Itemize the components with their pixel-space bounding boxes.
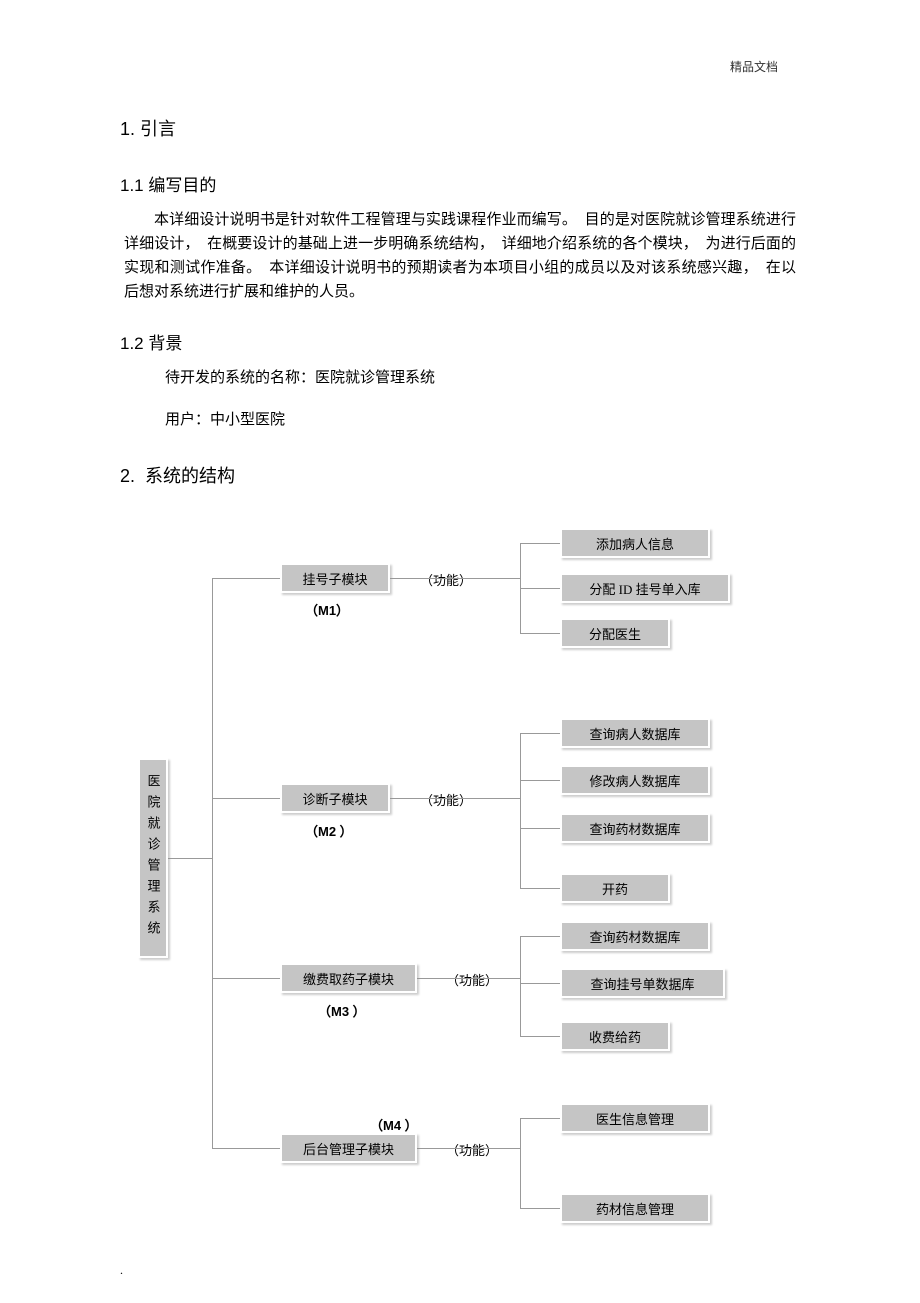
connector [212, 578, 280, 579]
m4-item-0: 医生信息管理 [560, 1103, 710, 1133]
section-1-2-line2: 用户：中小型医院 [120, 408, 800, 432]
connector [520, 936, 560, 937]
m1-item-2: 分配医生 [560, 618, 670, 648]
section-1-1-number: 1.1 [120, 176, 144, 195]
section-1-2-line1: 待开发的系统的名称：医院就诊管理系统 [120, 366, 800, 390]
connector [417, 978, 520, 979]
m4-item-1: 药材信息管理 [560, 1193, 710, 1223]
connector [212, 578, 213, 1148]
connector [390, 798, 520, 799]
connector [520, 588, 560, 589]
connector [168, 858, 212, 859]
m2-item-2: 查询药材数据库 [560, 813, 710, 843]
module-m2-code: （M2 ） [305, 821, 353, 840]
connector [212, 978, 280, 979]
connector [520, 733, 521, 888]
connector [212, 798, 280, 799]
module-m3-func-label: （功能） [446, 970, 498, 989]
connector [520, 633, 560, 634]
section-1-1-heading: 1.1 编写目的 [120, 171, 800, 196]
connector [520, 983, 560, 984]
section-2-title: 系统的结构 [145, 466, 235, 486]
module-m1-box: 挂号子模块 [280, 563, 390, 593]
module-m2-func-label: （功能） [420, 790, 472, 809]
section-1-2-heading: 1.2 背景 [120, 329, 800, 354]
header-tag: 精品文档 [730, 58, 778, 75]
m1-item-1: 分配 ID 挂号单入库 [560, 573, 730, 603]
m2-item-1: 修改病人数据库 [560, 765, 710, 795]
connector [520, 936, 521, 1036]
m2-item-3: 开药 [560, 873, 670, 903]
m2-item-0: 查询病人数据库 [560, 718, 710, 748]
module-m3-box: 缴费取药子模块 [280, 963, 417, 993]
connector [520, 780, 560, 781]
m1-item-0: 添加病人信息 [560, 528, 710, 558]
module-m3-code: （M3 ） [318, 1001, 366, 1020]
module-m1-func-label: （功能） [420, 570, 472, 589]
structure-diagram: 医院就诊管理系统 挂号子模块 （M1） （功能） 添加病人信息 分配 ID 挂号… [120, 518, 800, 1218]
section-2-number: 2. [120, 466, 135, 486]
connector [520, 1036, 560, 1037]
module-m1-code: （M1） [305, 600, 349, 619]
section-2-heading: 2. 系统的结构 [120, 462, 800, 488]
m3-item-0: 查询药材数据库 [560, 921, 710, 951]
connector [520, 888, 560, 889]
section-1-heading: 1. 引言 [120, 115, 800, 141]
module-m4-func-label: （功能） [446, 1140, 498, 1159]
m3-item-2: 收费给药 [560, 1021, 670, 1051]
section-1-2-title: 背景 [148, 334, 182, 353]
section-1-number: 1. [120, 119, 135, 139]
connector [520, 733, 560, 734]
connector [520, 1118, 521, 1208]
root-box: 医院就诊管理系统 [138, 758, 168, 958]
section-1-1-paragraph: 本详细设计说明书是针对软件工程管理与实践课程作业而编写。 目的是对医院就诊管理系… [120, 208, 800, 304]
connector [520, 543, 560, 544]
m3-item-1: 查询挂号单数据库 [560, 968, 725, 998]
connector [417, 1148, 520, 1149]
connector [520, 1208, 560, 1209]
connector [520, 828, 560, 829]
connector [212, 1148, 280, 1149]
connector [520, 1118, 560, 1119]
footer-dot: . [120, 1263, 123, 1278]
module-m2-box: 诊断子模块 [280, 783, 390, 813]
module-m4-box: 后台管理子模块 [280, 1133, 417, 1163]
section-1-1-title: 编写目的 [148, 176, 216, 195]
module-m4-code: （M4 ） [370, 1115, 418, 1134]
section-1-title: 引言 [140, 119, 176, 139]
connector [390, 578, 520, 579]
section-1-2-number: 1.2 [120, 334, 144, 353]
